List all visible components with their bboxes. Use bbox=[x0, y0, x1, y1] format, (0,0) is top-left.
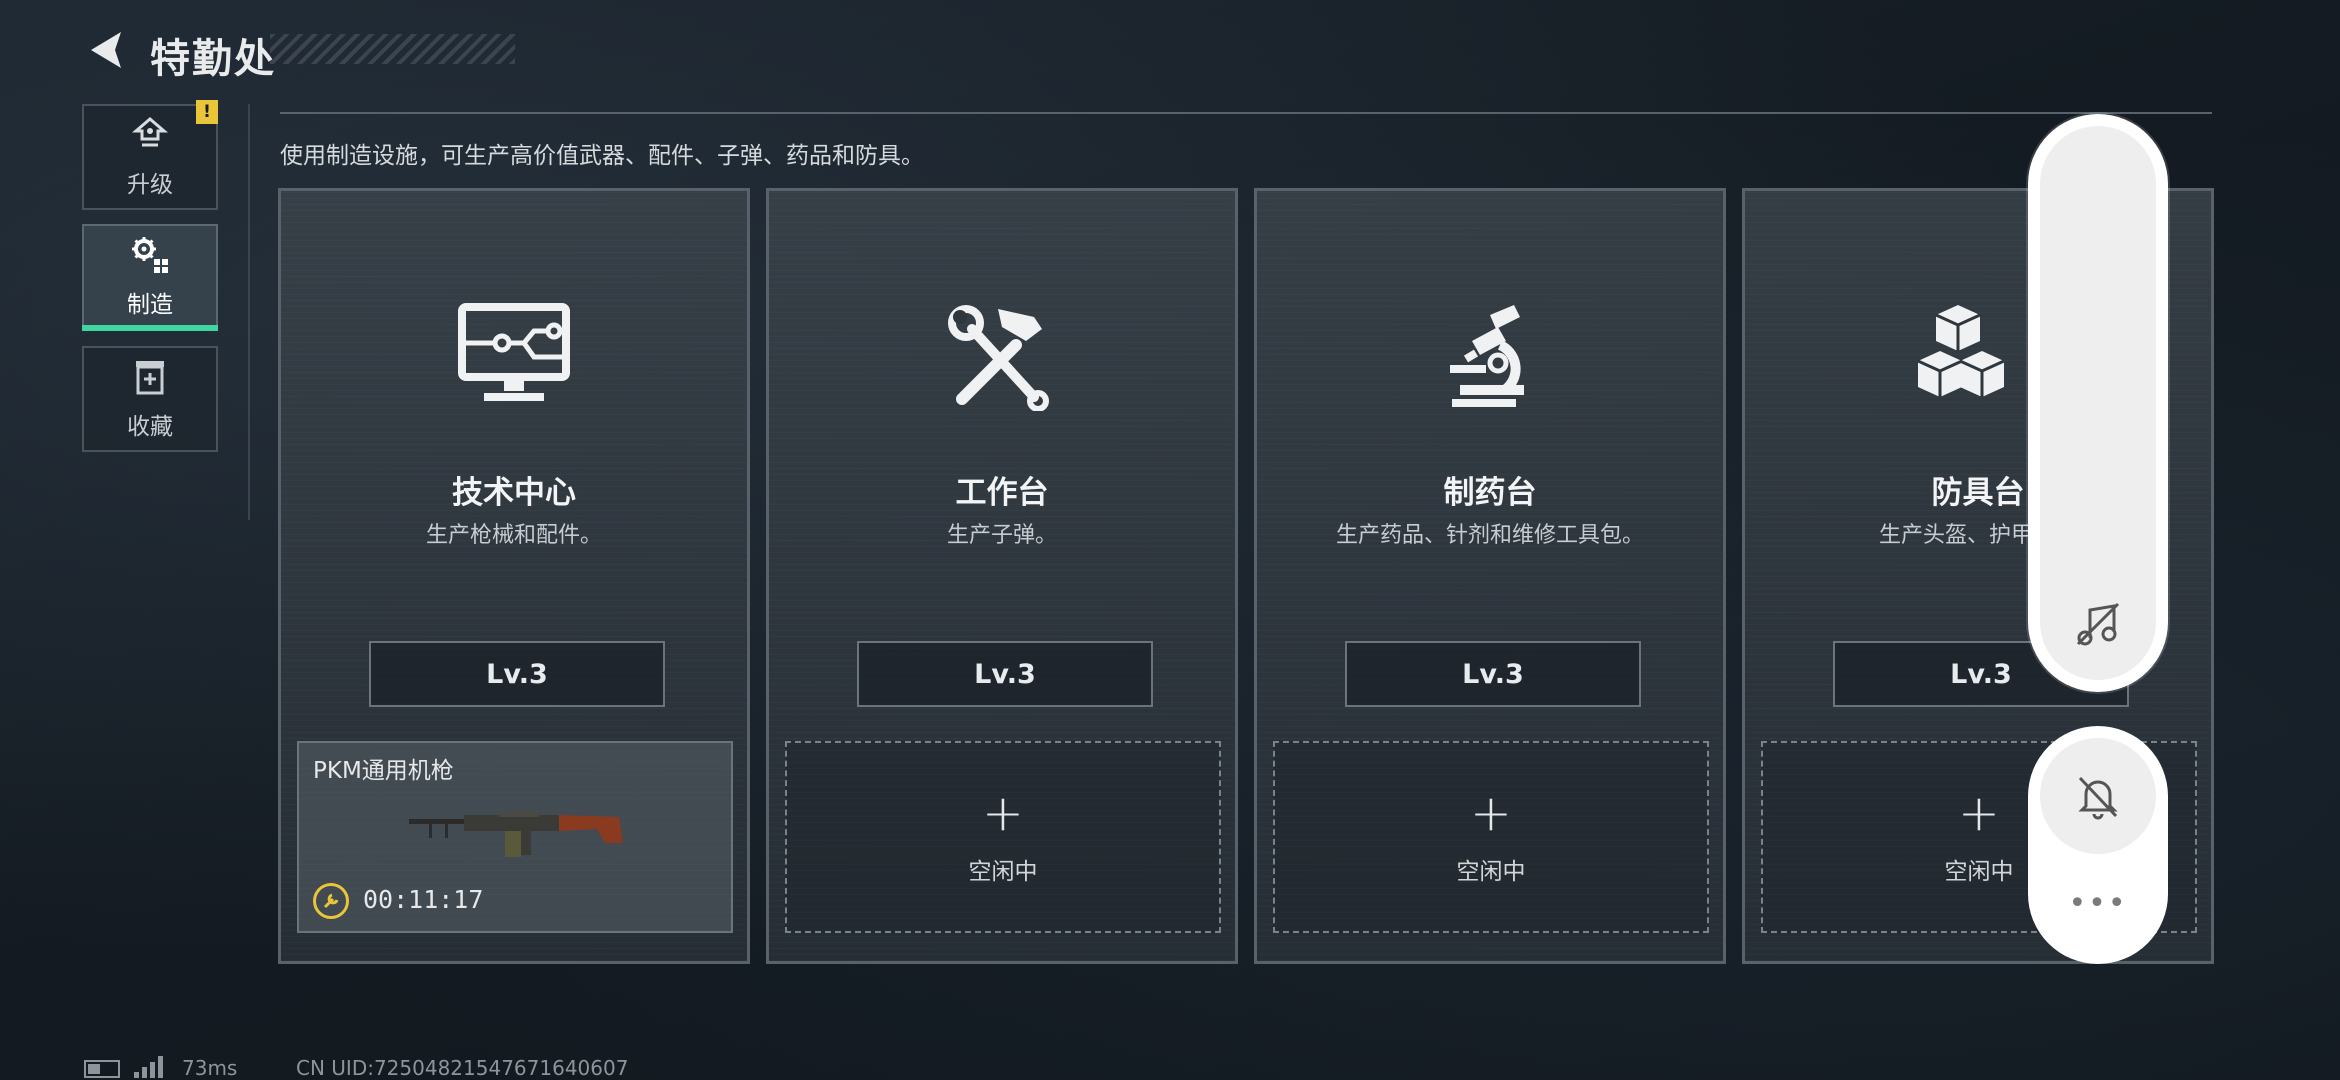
sidebar-item-craft[interactable]: 制造 bbox=[82, 224, 218, 330]
facility-name: 工作台 bbox=[955, 475, 1049, 511]
user-uid: CN UID:72504821547671640607 bbox=[296, 1056, 629, 1080]
sidebar-item-label: 升级 bbox=[127, 172, 173, 198]
facility-description: 生产枪械和配件。 bbox=[425, 523, 602, 548]
facility-card-workbench[interactable]: 工作台 生产子弹。 Lv.3 + 空闲中 bbox=[766, 188, 1238, 964]
wrench-timer-icon bbox=[313, 883, 349, 919]
collection-icon bbox=[136, 361, 164, 395]
production-slot-idle[interactable]: + 空闲中 bbox=[1273, 741, 1709, 933]
facility-card-pharmacy[interactable]: 制药台 生产药品、针剂和维修工具包。 Lv.3 + 空闲中 bbox=[1254, 188, 1726, 964]
production-item-name: PKM通用机枪 bbox=[313, 758, 454, 784]
signal-icon bbox=[134, 1056, 164, 1078]
hammer-wrench-icon bbox=[948, 305, 1049, 411]
floating-panel-surface bbox=[2040, 126, 2156, 680]
sidebar-item-collection[interactable]: 收藏 bbox=[82, 346, 218, 452]
production-timer: 00:11:17 bbox=[363, 885, 484, 914]
back-arrow-icon bbox=[91, 32, 121, 68]
notification-badge: ! bbox=[196, 100, 218, 124]
header-divider bbox=[280, 112, 2212, 114]
mute-notifications-button[interactable] bbox=[2040, 738, 2156, 854]
gear-cluster-icon bbox=[132, 237, 168, 273]
music-off-icon bbox=[2076, 602, 2120, 646]
microscope-icon bbox=[1450, 305, 1524, 407]
facility-level: Lv.3 bbox=[857, 641, 1153, 707]
sidebar-item-label: 制造 bbox=[127, 292, 173, 318]
production-slot-idle[interactable]: + 空闲中 bbox=[785, 741, 1221, 933]
sidebar-divider bbox=[248, 104, 250, 520]
cubes-icon bbox=[1918, 305, 2005, 397]
monitor-circuit-icon bbox=[458, 303, 570, 401]
bell-off-icon bbox=[2078, 776, 2118, 820]
facility-description: 生产药品、针剂和维修工具包。 bbox=[1335, 523, 1644, 548]
page-title: 特勤处 bbox=[150, 36, 276, 82]
production-slot-busy[interactable]: PKM通用机枪 00:11:17 bbox=[297, 741, 733, 933]
ping-readout: 73ms bbox=[182, 1056, 238, 1080]
facility-name: 技术中心 bbox=[452, 475, 576, 511]
sidebar-item-label: 收藏 bbox=[127, 414, 173, 440]
upgrade-icon bbox=[131, 117, 169, 147]
page-description: 使用制造设施，可生产高价值武器、配件、子弹、药品和防具。 bbox=[280, 143, 924, 169]
slot-status: 空闲中 bbox=[1456, 859, 1526, 885]
facility-card-tech-center[interactable]: 技术中心 生产枪械和配件。 Lv.3 PKM通用机枪 00:11:17 bbox=[278, 188, 750, 964]
active-tab-indicator bbox=[82, 325, 218, 331]
floating-control-panel-lower[interactable]: ••• bbox=[2028, 726, 2168, 964]
battery-icon bbox=[84, 1060, 120, 1078]
add-production-icon: + bbox=[1470, 784, 1512, 842]
add-production-icon: + bbox=[982, 784, 1024, 842]
mute-music-button[interactable] bbox=[2072, 598, 2124, 654]
facility-level: Lv.3 bbox=[1345, 641, 1641, 707]
floating-control-panel[interactable] bbox=[2028, 114, 2168, 692]
slot-status: 空闲中 bbox=[1944, 859, 2014, 885]
machine-gun-image bbox=[409, 811, 623, 857]
facility-level: Lv.3 bbox=[369, 641, 665, 707]
more-options-button[interactable]: ••• bbox=[2028, 886, 2168, 921]
title-decoration bbox=[270, 34, 515, 64]
slot-status: 空闲中 bbox=[968, 859, 1038, 885]
facility-description: 生产子弹。 bbox=[946, 523, 1057, 548]
add-production-icon: + bbox=[1958, 784, 2000, 842]
back-button[interactable] bbox=[80, 22, 130, 78]
facility-name: 制药台 bbox=[1443, 475, 1537, 511]
